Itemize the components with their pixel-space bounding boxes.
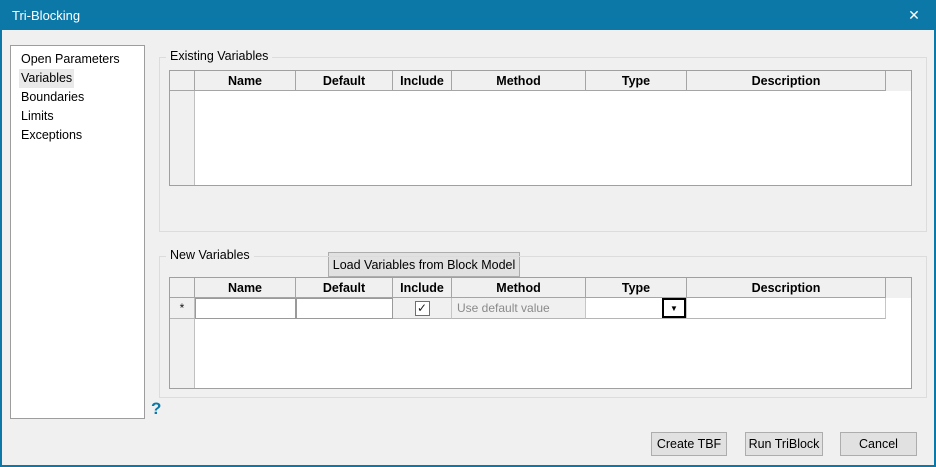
category-list: Open Parameters Variables Boundaries Lim… [10, 45, 145, 419]
sidebar-item-open-parameters[interactable]: Open Parameters [11, 50, 144, 69]
corner-header-cell [170, 278, 195, 298]
existing-variables-group: Existing Variables Name Default Include … [159, 49, 927, 277]
new-variable-row: * ✓ Use default value ▼ [170, 298, 911, 319]
sidebar-item-variables[interactable]: Variables [11, 69, 144, 88]
existing-table-header: Name Default Include Method Type Descrip… [170, 71, 911, 91]
column-header-default: Default [296, 278, 393, 298]
include-cell: ✓ [393, 298, 452, 319]
window-title: Tri-Blocking [12, 7, 81, 23]
column-header-include: Include [393, 71, 452, 91]
column-header-description: Description [687, 278, 886, 298]
existing-variables-table[interactable]: Name Default Include Method Type Descrip… [169, 70, 912, 186]
name-cell-input[interactable] [195, 298, 296, 319]
existing-variables-label: Existing Variables [166, 49, 273, 63]
column-header-description: Description [687, 71, 886, 91]
sidebar-item-boundaries[interactable]: Boundaries [11, 88, 144, 107]
chevron-down-icon: ▼ [670, 303, 678, 313]
method-cell: Use default value [452, 298, 586, 319]
help-icon[interactable]: ? [151, 399, 161, 419]
title-bar: Tri-Blocking ✕ [2, 0, 934, 30]
row-filler [886, 298, 911, 319]
corner-header-cell [170, 71, 195, 91]
header-filler [886, 278, 911, 298]
include-checkbox[interactable]: ✓ [414, 300, 430, 316]
header-filler [886, 71, 911, 91]
default-cell-input[interactable] [296, 298, 393, 319]
new-variables-label: New Variables [166, 248, 254, 262]
type-cell[interactable]: ▼ [586, 298, 687, 319]
close-icon[interactable]: ✕ [892, 0, 934, 30]
column-header-name: Name [195, 278, 296, 298]
column-header-type: Type [586, 71, 687, 91]
type-dropdown-button[interactable]: ▼ [662, 298, 686, 318]
tri-blocking-dialog: Tri-Blocking ✕ Open Parameters Variables… [0, 0, 936, 467]
column-header-include: Include [393, 278, 452, 298]
column-header-default: Default [296, 71, 393, 91]
method-value: Use default value [457, 301, 550, 315]
description-cell[interactable] [687, 298, 886, 319]
column-header-name: Name [195, 71, 296, 91]
new-table-header: Name Default Include Method Type Descrip… [170, 278, 911, 298]
sidebar-item-exceptions[interactable]: Exceptions [11, 126, 144, 145]
new-row-marker: * [170, 298, 195, 319]
column-header-method: Method [452, 71, 586, 91]
cancel-button[interactable]: Cancel [840, 432, 917, 456]
run-triblock-button[interactable]: Run TriBlock [745, 432, 823, 456]
create-tbf-button[interactable]: Create TBF [651, 432, 727, 456]
new-variables-group: New Variables Name Default Include Metho… [159, 248, 927, 398]
column-header-type: Type [586, 278, 687, 298]
sidebar-item-limits[interactable]: Limits [11, 107, 144, 126]
new-variables-table[interactable]: Name Default Include Method Type Descrip… [169, 277, 912, 389]
column-header-method: Method [452, 278, 586, 298]
